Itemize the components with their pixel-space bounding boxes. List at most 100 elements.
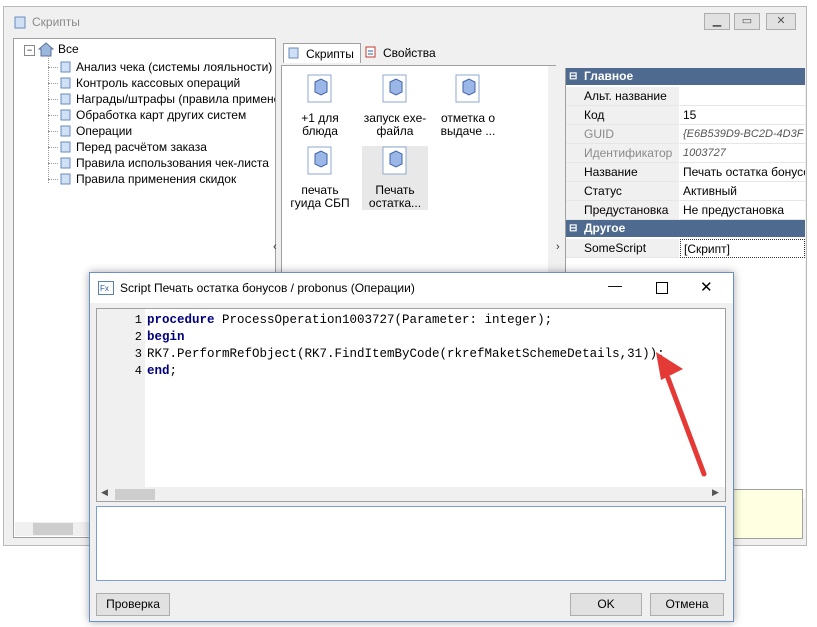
property-value[interactable] bbox=[680, 87, 805, 106]
property-key: GUID bbox=[566, 125, 679, 144]
property-value[interactable]: 1003727 bbox=[680, 144, 805, 163]
description-panel bbox=[732, 489, 803, 539]
script-item[interactable]: +1 для блюда bbox=[287, 74, 353, 138]
property-row[interactable]: Статус Активный bbox=[566, 182, 805, 201]
script-label: запуск exe-файла bbox=[363, 111, 427, 138]
property-value[interactable]: Активный bbox=[680, 182, 805, 201]
keyword: end bbox=[147, 364, 170, 378]
code-line[interactable]: begin bbox=[147, 329, 185, 346]
check-button[interactable]: Проверка bbox=[96, 593, 170, 616]
home-icon bbox=[38, 42, 54, 57]
messages-panel[interactable] bbox=[96, 506, 726, 581]
property-key: Предустановка bbox=[566, 201, 679, 220]
tree-line bbox=[48, 179, 58, 180]
folder-script-icon bbox=[60, 141, 71, 153]
property-row[interactable]: Альт. название bbox=[566, 87, 805, 106]
property-key: Статус bbox=[566, 182, 679, 201]
property-row[interactable]: Идентификатор 1003727 bbox=[566, 144, 805, 163]
tree-item[interactable]: Правила применения скидок bbox=[76, 171, 236, 187]
script-label: печать гуида СБП bbox=[290, 183, 350, 210]
minimize-button[interactable]: — bbox=[608, 277, 622, 293]
script-icon bbox=[382, 146, 407, 175]
code-text: ; bbox=[169, 364, 178, 378]
script-label: отметка о выдаче ... bbox=[440, 111, 496, 138]
script-item[interactable]: запуск exe-файла bbox=[362, 74, 428, 138]
property-key: Альт. название bbox=[566, 87, 679, 106]
script-dialog: Fx Script Печать остатка бонусов / probo… bbox=[89, 272, 734, 622]
tab-label: Скрипты bbox=[306, 47, 354, 61]
property-value[interactable]: {E6B539D9-BC2D-4D3F bbox=[680, 125, 805, 144]
script-label: +1 для блюда bbox=[301, 111, 339, 138]
tab-properties[interactable]: Свойства bbox=[361, 43, 442, 63]
horizontal-scrollbar[interactable]: ◀ ▶ bbox=[97, 487, 725, 501]
script-icon bbox=[455, 74, 480, 103]
tree-root[interactable]: Все bbox=[58, 42, 79, 56]
property-row[interactable]: SomeScript [Скрипт] bbox=[566, 239, 805, 258]
maximize-button[interactable]: ▭ bbox=[734, 13, 760, 30]
minimize-button[interactable]: ▁ bbox=[704, 13, 730, 30]
script-icon bbox=[14, 16, 26, 29]
code-editor[interactable]: ◀ ▶ 1 procedure ProcessOperation1003727(P… bbox=[96, 308, 726, 502]
function-icon: Fx bbox=[98, 281, 114, 295]
property-value[interactable]: 15 bbox=[680, 106, 805, 125]
property-value[interactable]: [Скрипт] bbox=[680, 239, 805, 258]
tree-line bbox=[48, 163, 58, 164]
ok-button[interactable]: OK bbox=[570, 593, 642, 616]
code-line[interactable]: procedure ProcessOperation1003727(Parame… bbox=[147, 312, 552, 329]
svg-text:Fx: Fx bbox=[100, 284, 109, 293]
collapse-toggle[interactable]: − bbox=[24, 45, 35, 56]
tree-item[interactable]: Обработка карт других систем bbox=[76, 107, 246, 123]
folder-script-icon bbox=[60, 93, 71, 105]
tree-item[interactable]: Награды/штрафы (правила применен bbox=[76, 91, 275, 107]
script-icon bbox=[288, 47, 299, 59]
tab-label: Свойства bbox=[383, 46, 436, 60]
property-row[interactable]: Название Печать остатка бонусо bbox=[566, 163, 805, 182]
line-number: 2 bbox=[134, 330, 142, 344]
tree-item[interactable]: Перед расчётом заказа bbox=[76, 139, 207, 155]
folder-script-icon bbox=[60, 125, 71, 137]
tree-line bbox=[48, 99, 58, 100]
script-item[interactable]: отметка о выдаче ... bbox=[435, 74, 501, 138]
tree-line bbox=[48, 131, 58, 132]
properties-icon bbox=[365, 46, 376, 58]
tree-item[interactable]: Анализ чека (системы лояльности) bbox=[76, 59, 272, 75]
close-button[interactable]: ✕ bbox=[766, 13, 796, 30]
folder-script-icon bbox=[60, 173, 71, 185]
folder-script-icon bbox=[60, 77, 71, 89]
script-item[interactable]: печать гуида СБП bbox=[287, 146, 353, 210]
script-icon bbox=[307, 146, 332, 175]
close-button[interactable]: ✕ bbox=[700, 278, 713, 296]
dialog-title-bar: Fx Script Печать остатка бонусов / probo… bbox=[90, 273, 733, 303]
tab-scripts[interactable]: Скрипты bbox=[283, 43, 361, 63]
tree-item[interactable]: Правила использования чек-листа bbox=[76, 155, 269, 171]
property-section[interactable]: ⊟ Другое bbox=[566, 220, 805, 237]
title-bar: Скрипты ▁ ▭ ✕ bbox=[4, 7, 806, 38]
tree-item[interactable]: Контроль кассовых операций bbox=[76, 75, 240, 91]
code-text: RK7.PerformRefObject(RK7.FindItemByCode(… bbox=[147, 347, 665, 361]
tree-line bbox=[48, 115, 58, 116]
maximize-button[interactable] bbox=[656, 282, 668, 294]
property-row[interactable]: Предустановка Не предустановка bbox=[566, 201, 805, 220]
line-number: 1 bbox=[134, 313, 142, 327]
property-key: SomeScript bbox=[566, 239, 679, 258]
property-section[interactable]: ⊟ Главное bbox=[566, 68, 805, 85]
property-value[interactable]: Не предустановка bbox=[680, 201, 805, 220]
tree-item[interactable]: Операции bbox=[76, 123, 132, 139]
cancel-button[interactable]: Отмена bbox=[650, 593, 724, 616]
property-key: Название bbox=[566, 163, 679, 182]
keyword: begin bbox=[147, 330, 185, 344]
code-line[interactable]: end; bbox=[147, 363, 177, 380]
property-key: Идентификатор bbox=[566, 144, 679, 163]
folder-script-icon bbox=[60, 109, 71, 121]
folder-script-icon bbox=[60, 61, 71, 73]
property-key: Код bbox=[566, 106, 679, 125]
property-row[interactable]: GUID {E6B539D9-BC2D-4D3F bbox=[566, 125, 805, 144]
property-row[interactable]: Код 15 bbox=[566, 106, 805, 125]
code-line[interactable]: RK7.PerformRefObject(RK7.FindItemByCode(… bbox=[147, 346, 665, 363]
script-label: Печать остатка... bbox=[368, 183, 422, 210]
tree-line bbox=[48, 147, 58, 148]
line-number: 4 bbox=[134, 364, 142, 378]
script-item[interactable]: Печать остатка... bbox=[362, 146, 428, 210]
property-value[interactable]: Печать остатка бонусо bbox=[680, 163, 805, 182]
keyword: procedure bbox=[147, 313, 215, 327]
